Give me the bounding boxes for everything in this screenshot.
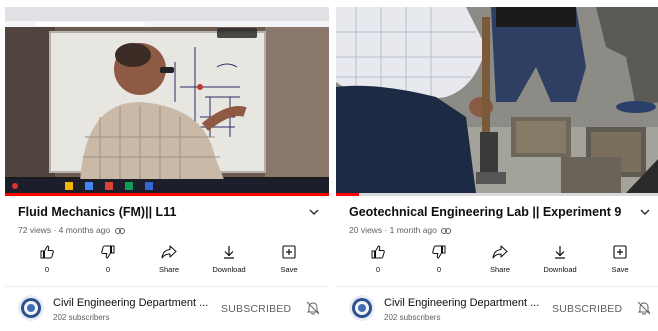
watch-progress-bar[interactable] [336, 193, 658, 196]
link-icon [114, 227, 125, 234]
subscribed-button[interactable]: SUBSCRIBED [221, 303, 291, 315]
save-label: Save [280, 265, 298, 274]
notifications-off-icon[interactable] [305, 300, 321, 316]
divider [336, 286, 658, 287]
download-icon [555, 246, 565, 259]
playlist-add-icon [613, 245, 627, 259]
subscriber-count: 202 subscribers [53, 313, 110, 322]
divider [5, 286, 329, 287]
playlist-add-icon [282, 245, 296, 259]
page: Fluid Mechanics (FM)|| L11 72 views · 4 … [0, 0, 658, 331]
download-label: Download [212, 265, 246, 274]
like-count: 0 [44, 265, 50, 274]
share-label: Share [158, 265, 179, 274]
save-label: Save [611, 265, 629, 274]
like-button[interactable]: 0 [353, 244, 403, 278]
video-meta: 20 views · 1 month ago [349, 225, 452, 235]
download-button[interactable]: Download [204, 244, 254, 278]
chevron-down-icon[interactable] [638, 205, 652, 219]
download-label: Download [543, 265, 577, 274]
chevron-down-icon[interactable] [307, 205, 321, 219]
thumbnail-image [336, 7, 658, 193]
video-meta: 72 views · 4 months ago [18, 225, 125, 235]
like-button[interactable]: 0 [22, 244, 72, 278]
channel-logo-icon [18, 295, 44, 321]
video-card-geotechnical-lab: Geotechnical Engineering Lab || Experime… [336, 0, 658, 331]
save-button[interactable]: Save [264, 244, 314, 278]
channel-name[interactable]: Civil Engineering Department ... [53, 297, 213, 309]
video-thumbnail[interactable] [336, 7, 658, 193]
share-icon [161, 245, 177, 259]
channel-name[interactable]: Civil Engineering Department ... [384, 297, 544, 309]
watch-progress-fill [5, 193, 329, 196]
thumbnail-image [5, 7, 329, 193]
share-icon [492, 245, 508, 259]
views-and-age: 72 views · 4 months ago [18, 225, 111, 235]
dislike-count: 0 [436, 265, 442, 274]
thumbs-up-icon [40, 245, 54, 259]
share-label: Share [489, 265, 510, 274]
action-bar: 0 0 Share Download Save [336, 244, 658, 278]
share-button[interactable]: Share [144, 244, 194, 278]
watch-progress-fill [336, 193, 359, 196]
download-icon [224, 246, 234, 259]
action-bar: 0 0 Share Download Save [5, 244, 329, 278]
subscriber-count: 202 subscribers [384, 313, 441, 322]
video-thumbnail[interactable] [5, 7, 329, 193]
subscribed-button[interactable]: SUBSCRIBED [552, 303, 622, 315]
channel-row[interactable]: Civil Engineering Department ... 202 sub… [336, 292, 658, 328]
channel-avatar[interactable] [349, 295, 375, 321]
notifications-off-icon[interactable] [636, 300, 652, 316]
dislike-button[interactable]: 0 [414, 244, 464, 278]
dislike-button[interactable]: 0 [83, 244, 133, 278]
channel-avatar[interactable] [18, 295, 44, 321]
views-and-age: 20 views · 1 month ago [349, 225, 437, 235]
link-icon [441, 227, 452, 234]
thumbs-down-icon [101, 245, 115, 259]
video-card-fluid-mechanics: Fluid Mechanics (FM)|| L11 72 views · 4 … [5, 0, 329, 331]
like-count: 0 [375, 265, 381, 274]
thumbs-up-icon [371, 245, 385, 259]
download-button[interactable]: Download [535, 244, 585, 278]
thumbs-down-icon [432, 245, 446, 259]
save-button[interactable]: Save [595, 244, 645, 278]
video-title[interactable]: Fluid Mechanics (FM)|| L11 [18, 205, 298, 219]
video-title[interactable]: Geotechnical Engineering Lab || Experime… [349, 205, 629, 219]
channel-logo-icon [349, 295, 375, 321]
dislike-count: 0 [105, 265, 111, 274]
channel-row[interactable]: Civil Engineering Department ... 202 sub… [5, 292, 329, 328]
share-button[interactable]: Share [475, 244, 525, 278]
card-separator [329, 0, 336, 331]
watch-progress-bar[interactable] [5, 193, 329, 196]
